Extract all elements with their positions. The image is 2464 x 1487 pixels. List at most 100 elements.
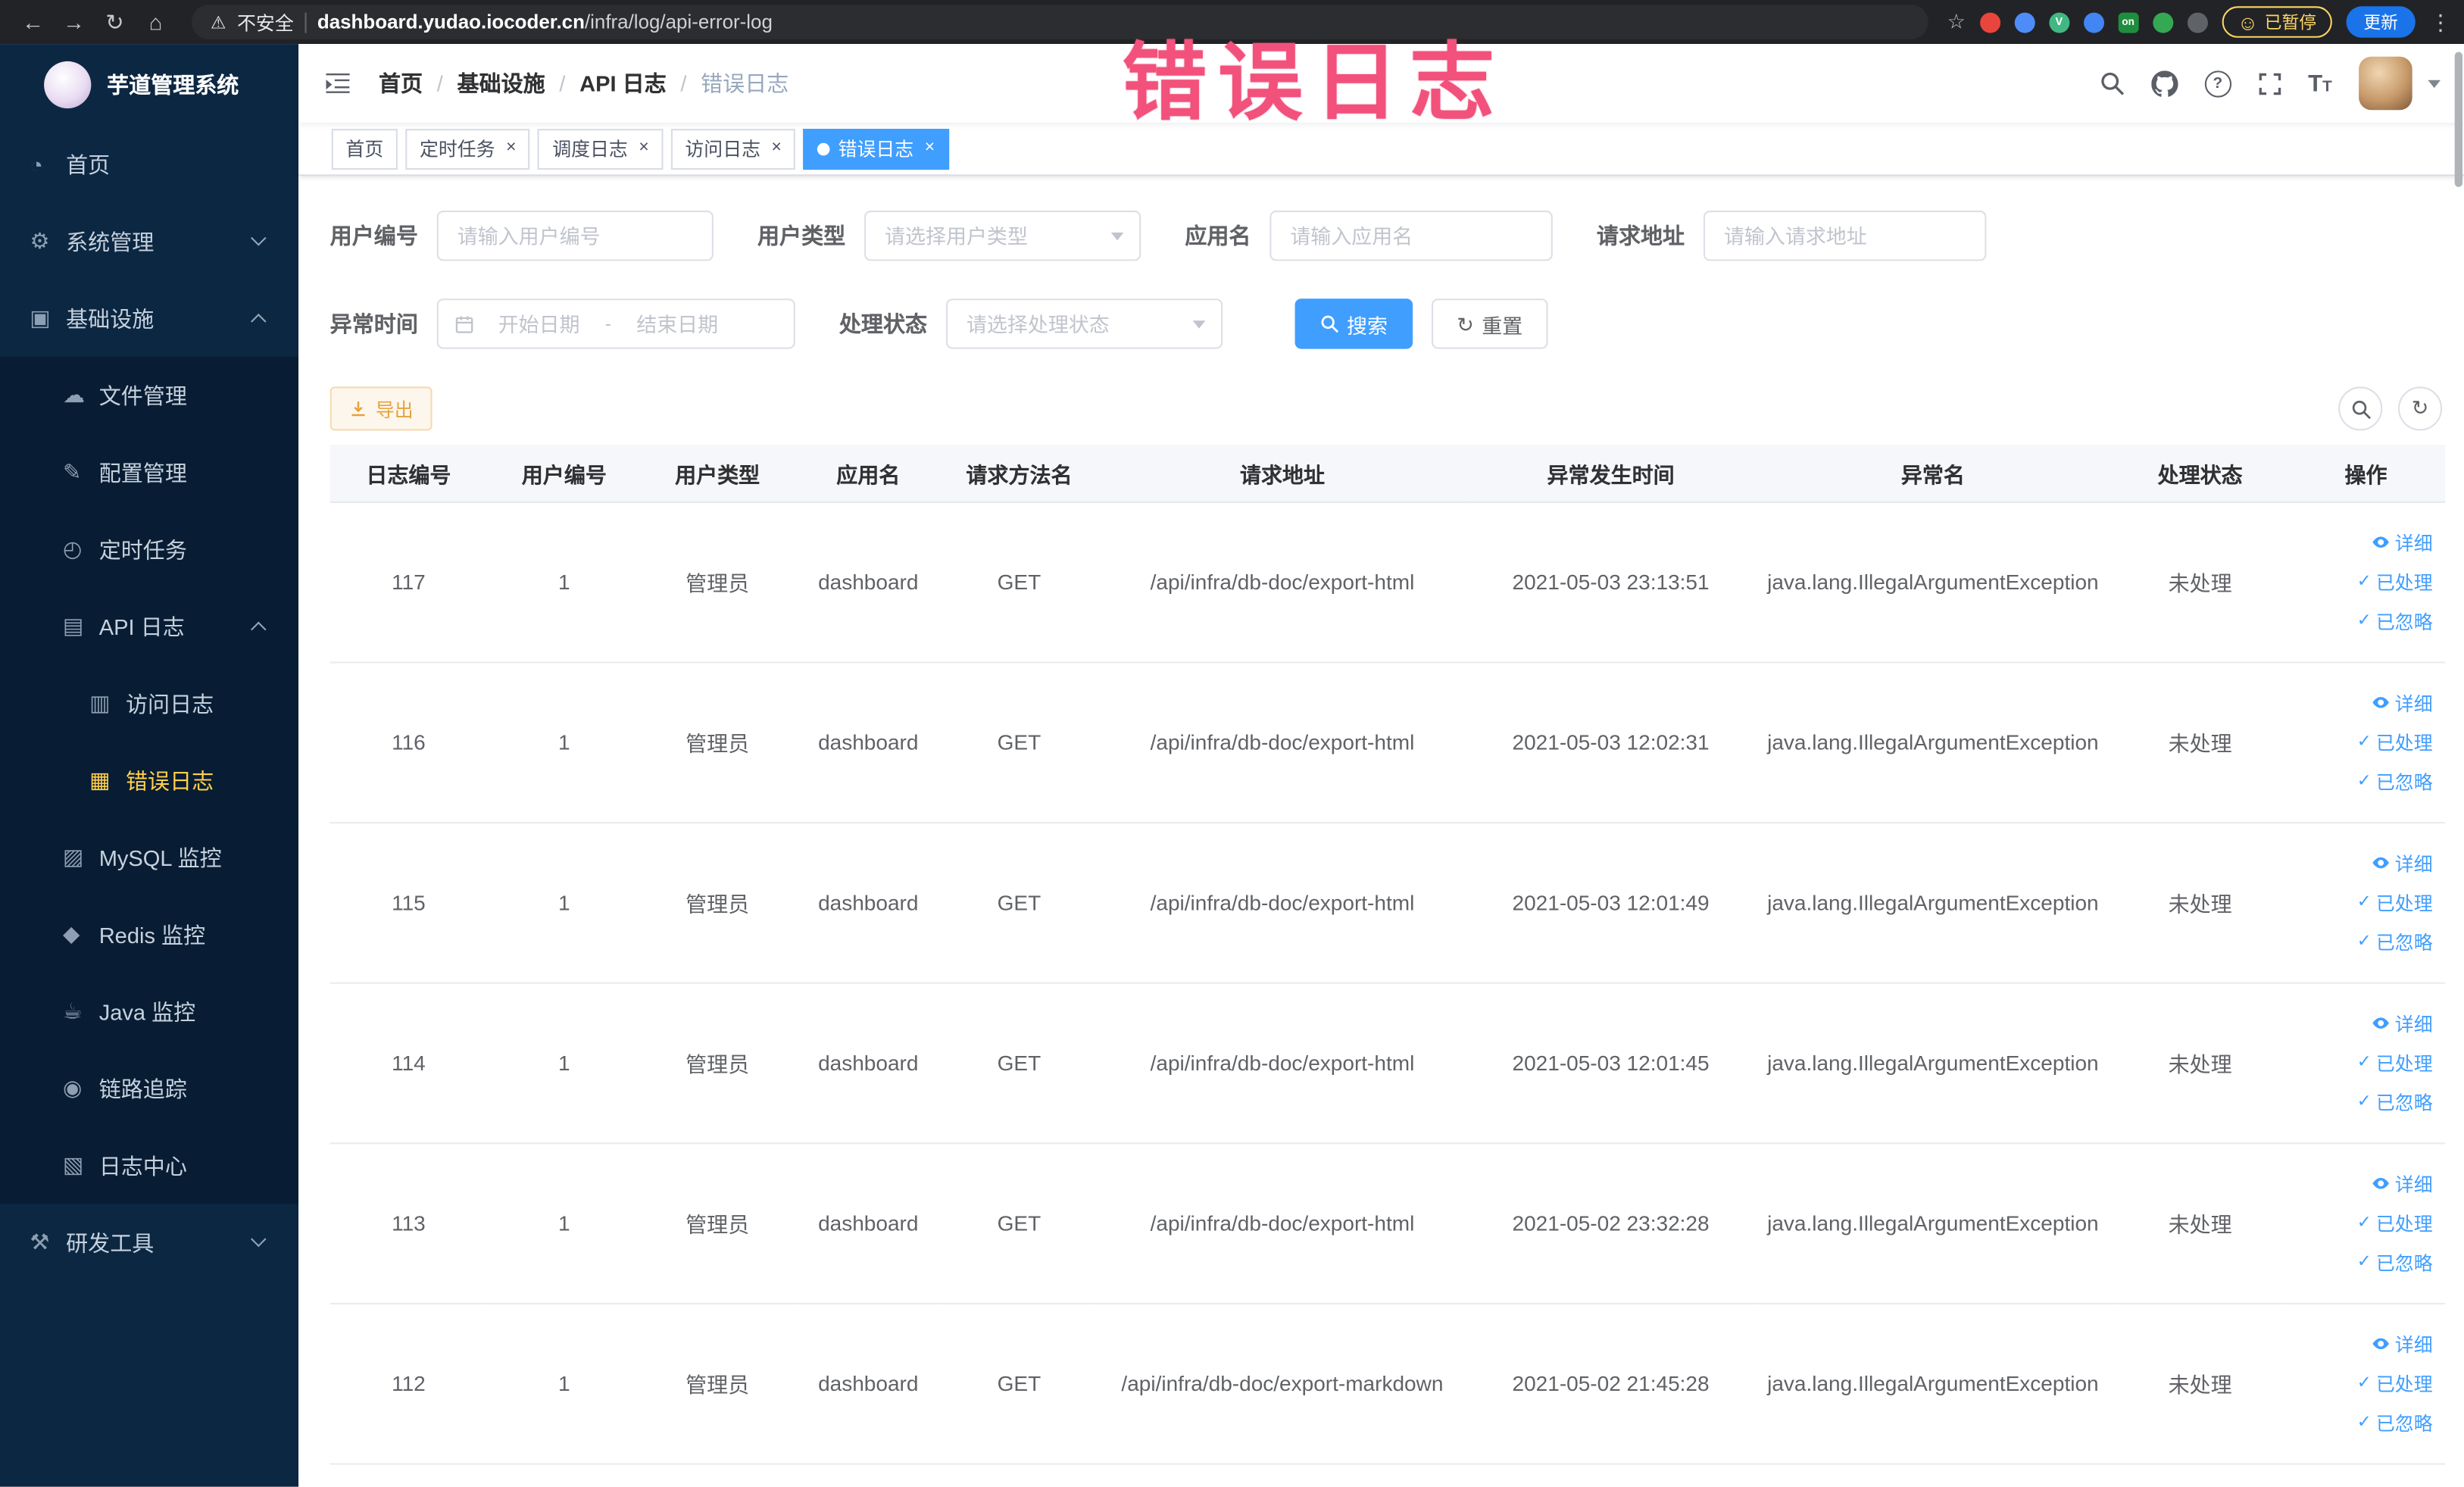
exception-time-range[interactable]: -: [436, 298, 795, 349]
close-icon[interactable]: ×: [506, 139, 516, 158]
user-type-select-input[interactable]: [864, 211, 1141, 261]
browser-reload-icon[interactable]: ↻: [98, 0, 133, 44]
bookmark-star-icon[interactable]: ☆: [1947, 9, 1966, 34]
action-label: 详细: [2394, 1013, 2433, 1036]
action-detail-link[interactable]: 详细: [2372, 1010, 2433, 1036]
start-date-input[interactable]: [474, 311, 604, 336]
sidebar-item-mysql[interactable]: ▨ MySQL 监控: [0, 818, 299, 896]
action-detail-link[interactable]: 详细: [2372, 1170, 2433, 1197]
chevron-up-icon: [251, 314, 267, 330]
toggle-search-button[interactable]: [2338, 386, 2383, 431]
tab-access-log[interactable]: 访问日志 ×: [670, 128, 796, 170]
action-ignored-link[interactable]: ✓ 已忽略: [2357, 608, 2433, 634]
app-name-input[interactable]: [1269, 211, 1553, 261]
tab-error-log[interactable]: 错误日志 ×: [803, 128, 949, 170]
action-processed-link[interactable]: ✓ 已处理: [2357, 1370, 2433, 1396]
close-icon[interactable]: ×: [639, 139, 648, 158]
extension-icon-dark[interactable]: [2187, 11, 2208, 33]
export-button[interactable]: 导出: [329, 386, 433, 431]
app-logo[interactable]: 芋道管理系统: [0, 44, 298, 126]
sidebar-item-dev-tools[interactable]: ⚒ 研发工具: [0, 1204, 298, 1281]
tab-home[interactable]: 首页: [331, 128, 398, 170]
sidebar-item-log-center[interactable]: ▧ 日志中心: [0, 1126, 299, 1204]
refresh-table-button[interactable]: ↻: [2397, 386, 2443, 431]
browser-menu-icon[interactable]: ⋮: [2429, 0, 2451, 44]
sidebar-item-label: API 日志: [98, 614, 185, 639]
action-detail-link[interactable]: 详细: [2372, 529, 2433, 555]
check-icon: ✓: [2356, 1091, 2372, 1111]
github-icon[interactable]: [2150, 70, 2178, 96]
action-processed-link[interactable]: ✓ 已处理: [2357, 1049, 2433, 1076]
action-processed-link[interactable]: ✓ 已处理: [2357, 729, 2433, 755]
java-monitor-icon: ☕: [62, 998, 83, 1023]
address-bar[interactable]: ⚠ 不安全 dashboard.yudao.iocoder.cn/infra/l…: [192, 5, 1928, 39]
user-id-input[interactable]: [436, 211, 714, 261]
breadcrumb-item-home[interactable]: 首页: [379, 67, 423, 98]
request-url-input[interactable]: [1703, 211, 1987, 261]
close-icon[interactable]: ×: [925, 139, 935, 158]
action-detail-link[interactable]: 详细: [2372, 1330, 2433, 1357]
security-label[interactable]: 不安全: [237, 8, 294, 35]
cell-app_name: dashboard: [793, 982, 943, 1144]
sidebar-item-access-log[interactable]: ▥ 访问日志: [0, 664, 299, 742]
action-processed-link[interactable]: ✓ 已处理: [2357, 1209, 2433, 1236]
reset-button[interactable]: ↻ 重置: [1432, 298, 1548, 349]
extension-icon-blue[interactable]: [2014, 11, 2035, 33]
sidebar-item-home[interactable]: ◔ 首页: [0, 126, 298, 203]
search-button[interactable]: 搜索: [1294, 298, 1413, 349]
sidebar-item-error-log[interactable]: ▦ 错误日志: [0, 742, 299, 819]
sidebar-item-java[interactable]: ☕ Java 监控: [0, 973, 299, 1050]
breadcrumb-item-api-log[interactable]: API 日志: [579, 67, 667, 98]
end-date-input[interactable]: [613, 311, 742, 336]
browser-back-icon[interactable]: ←: [16, 0, 51, 44]
sidebar-item-tracer[interactable]: ◉ 链路追踪: [0, 1049, 299, 1127]
sidebar-item-api-log[interactable]: ▤ API 日志: [0, 587, 299, 665]
user-type-select[interactable]: [864, 211, 1141, 261]
cell-method: GET: [942, 501, 1096, 663]
fullscreen-icon[interactable]: [2258, 71, 2281, 95]
breadcrumb-separator: /: [559, 70, 566, 96]
hamburger-icon[interactable]: [322, 67, 353, 98]
update-button[interactable]: 更新: [2346, 6, 2416, 38]
user-avatar[interactable]: [2359, 56, 2412, 111]
browser-home-icon[interactable]: ⌂: [139, 0, 173, 44]
action-detail-link[interactable]: 详细: [2372, 849, 2433, 876]
process-status-select[interactable]: [945, 298, 1223, 349]
extension-icon-leaf[interactable]: [2152, 11, 2173, 33]
paused-badge[interactable]: ☺ 已暂停: [2222, 6, 2332, 38]
font-size-big: T: [2308, 70, 2323, 97]
cell-exception: java.lang.IllegalArgumentException: [1752, 822, 2114, 983]
action-ignored-link[interactable]: ✓ 已忽略: [2357, 1248, 2433, 1275]
action-ignored-link[interactable]: ✓ 已忽略: [2357, 767, 2433, 794]
breadcrumb-item-infra[interactable]: 基础设施: [458, 67, 545, 98]
font-size-icon[interactable]: TT: [2308, 71, 2332, 95]
tab-job[interactable]: 定时任务 ×: [405, 128, 531, 170]
chevron-down-icon[interactable]: [2428, 79, 2441, 88]
scrollbar-thumb[interactable]: [2454, 52, 2463, 187]
extension-icon-grid[interactable]: [2083, 11, 2104, 33]
sidebar-item-file[interactable]: ☁ 文件管理: [0, 356, 299, 434]
extension-icon-on[interactable]: on: [2118, 11, 2139, 33]
action-ignored-link[interactable]: ✓ 已忽略: [2357, 1409, 2433, 1435]
filter-process-status: 处理状态: [839, 298, 1223, 349]
action-ignored-link[interactable]: ✓ 已忽略: [2357, 1089, 2433, 1115]
sidebar-item-job[interactable]: ◴ 定时任务: [0, 511, 299, 588]
process-status-select-input[interactable]: [945, 298, 1223, 349]
sidebar-item-infra[interactable]: ▣ 基础设施: [0, 280, 298, 357]
check-icon: ✓: [2356, 892, 2372, 911]
tab-job-log[interactable]: 调度日志 ×: [538, 128, 664, 170]
close-icon[interactable]: ×: [772, 139, 782, 158]
action-ignored-link[interactable]: ✓ 已忽略: [2357, 928, 2433, 954]
sidebar-item-redis[interactable]: ◆ Redis 监控: [0, 895, 299, 973]
action-processed-link[interactable]: ✓ 已处理: [2357, 568, 2433, 595]
extension-icon-vue[interactable]: V: [2048, 11, 2069, 33]
extension-icon-red[interactable]: [1979, 11, 2000, 33]
action-processed-link[interactable]: ✓ 已处理: [2357, 889, 2433, 915]
action-detail-link[interactable]: 详细: [2372, 689, 2433, 716]
database-icon: ▨: [62, 844, 84, 870]
browser-forward-icon[interactable]: →: [57, 0, 92, 44]
help-icon[interactable]: ?: [2204, 70, 2231, 97]
sidebar-item-config[interactable]: ✎ 配置管理: [0, 433, 299, 511]
sidebar-item-system[interactable]: ⚙ 系统管理: [0, 203, 298, 280]
search-icon[interactable]: [2099, 70, 2124, 95]
